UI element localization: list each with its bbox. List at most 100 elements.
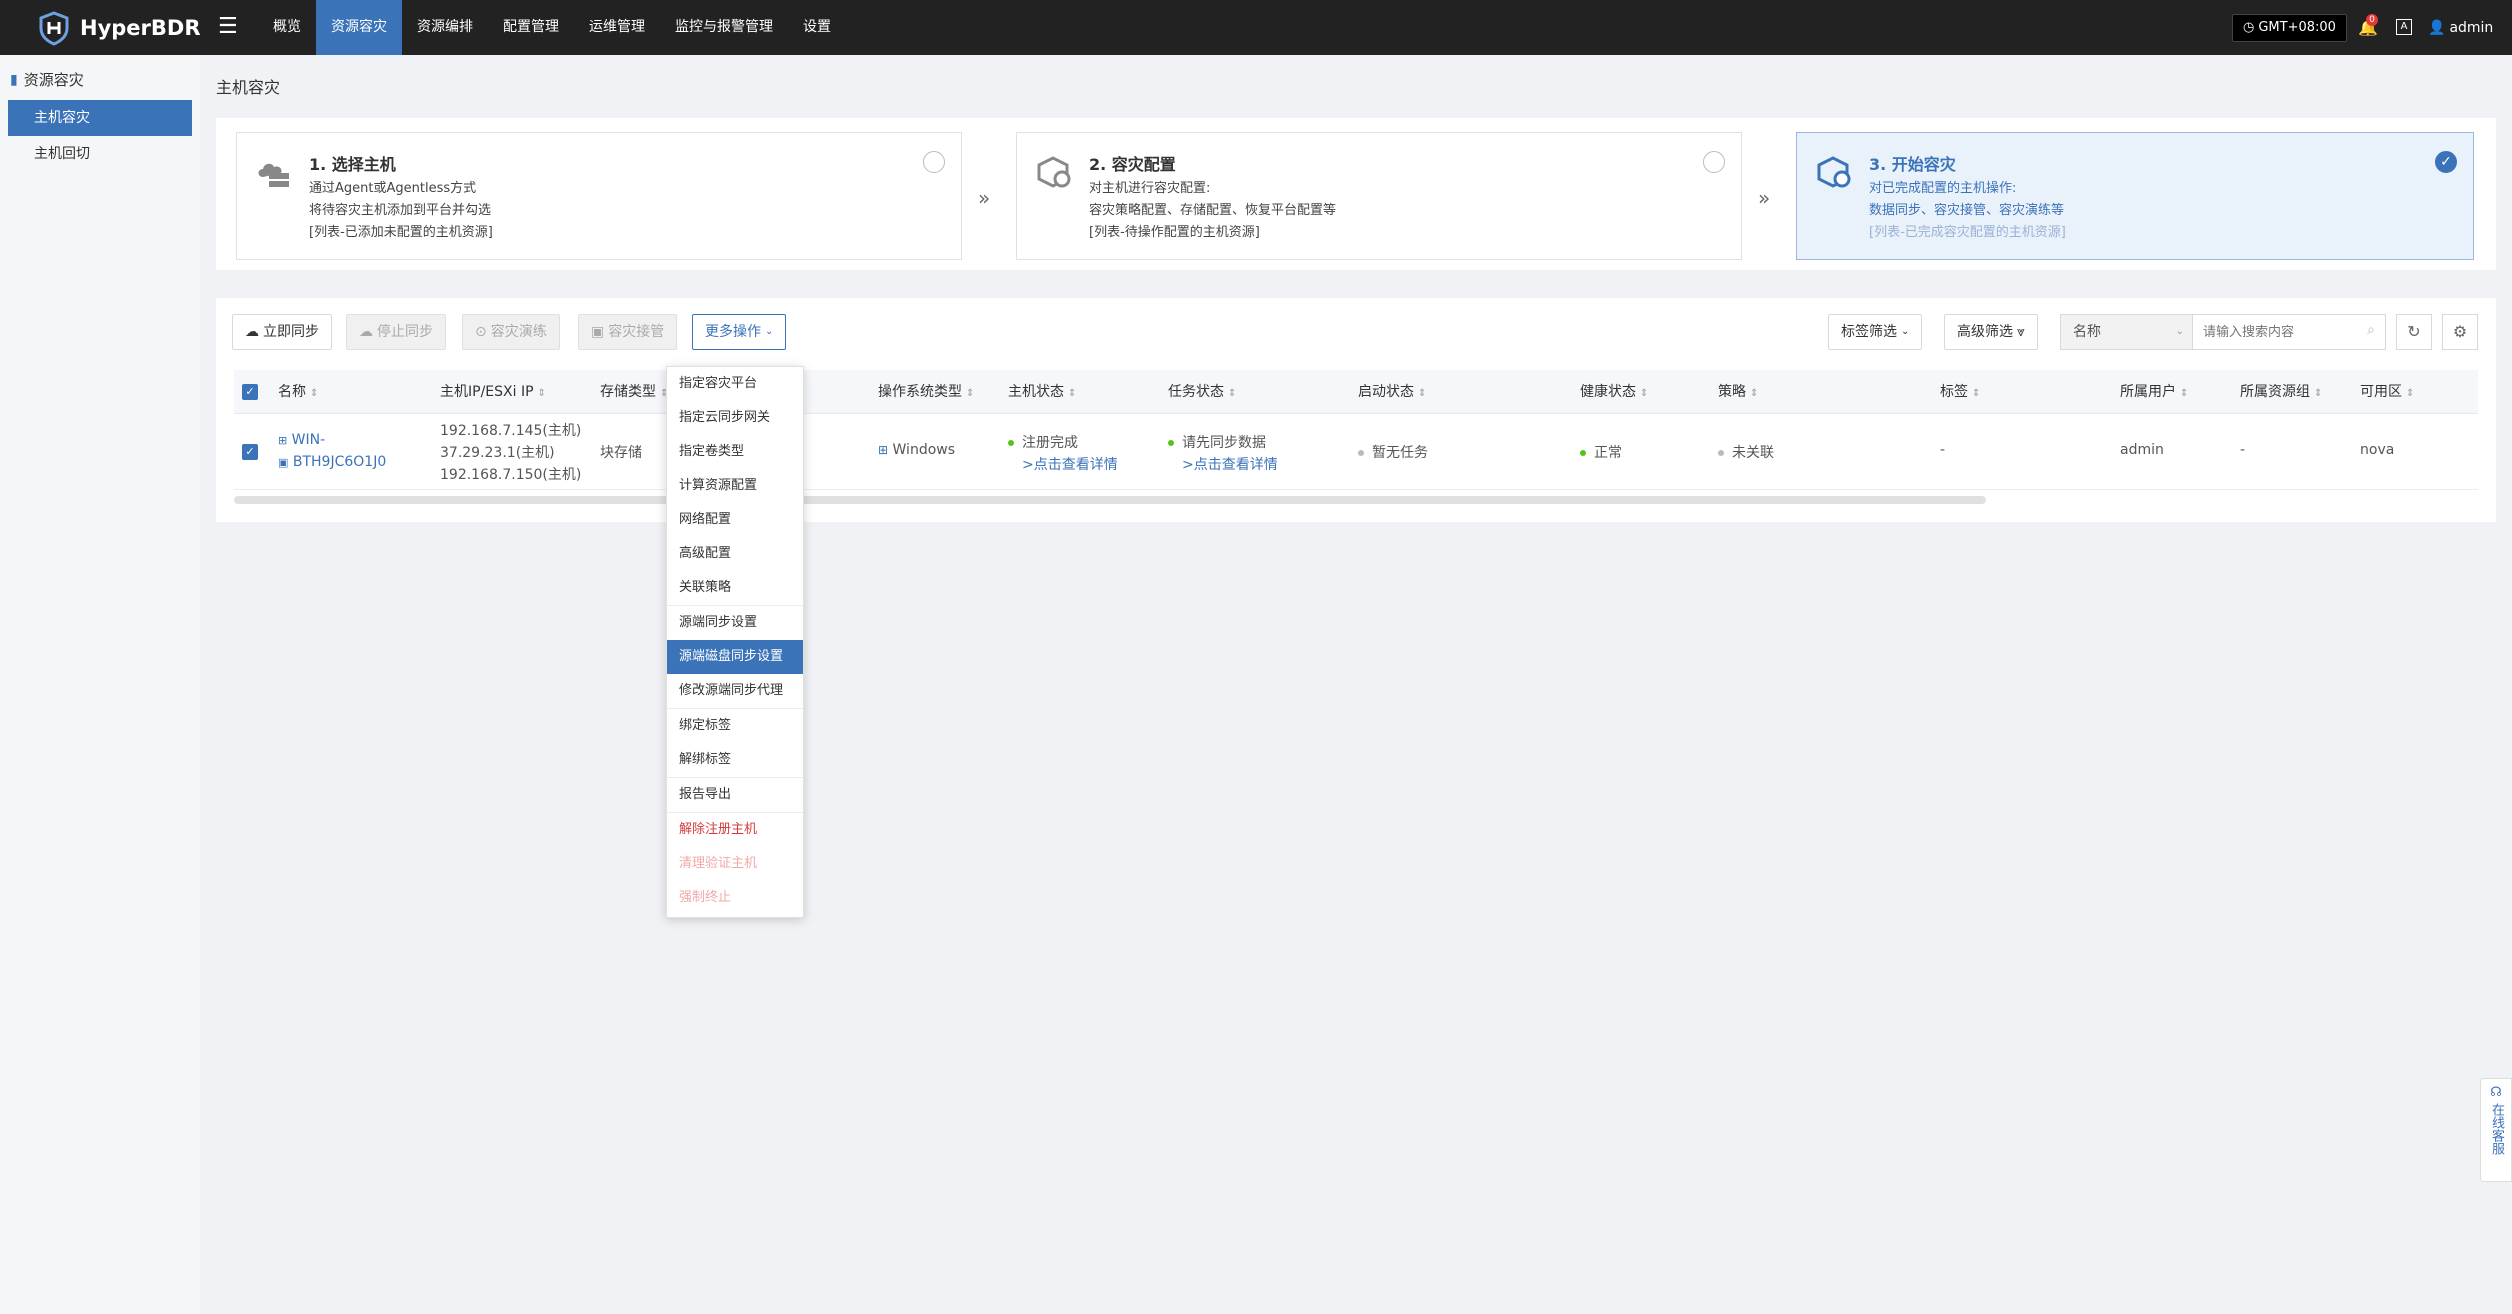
column-label: 健康状态 <box>1580 384 1636 400</box>
menu-item-assign-dr-platform[interactable]: 指定容灾平台 <box>667 367 803 401</box>
step-radio[interactable] <box>923 151 945 173</box>
step-card-dr-config[interactable]: 2. 容灾配置 对主机进行容灾配置: 容灾策略配置、存储配置、恢复平台配置等 [… <box>1016 132 1742 260</box>
refresh-icon[interactable]: ↻ <box>2396 314 2432 350</box>
select-all-checkbox[interactable]: ✓ <box>242 384 258 400</box>
menu-item-advanced-config[interactable]: 高级配置 <box>667 537 803 571</box>
online-service-button[interactable]: ☊ 在线客服 <box>2480 1078 2512 1182</box>
menu-item-export-report[interactable]: 报告导出 <box>667 778 803 812</box>
menu-item-bind-tag[interactable]: 绑定标签 <box>667 709 803 743</box>
row-checkbox[interactable]: ✓ <box>242 444 258 460</box>
top-navbar: HyperBDR ☰ 概览 资源容灾 资源编排 配置管理 运维管理 监控与报警管… <box>0 0 2512 55</box>
takeover-icon: ▣ <box>591 324 605 340</box>
check-icon: ✓ <box>245 445 255 458</box>
column-header-resource-group[interactable]: 所属资源组 ⇕ <box>2240 370 2322 414</box>
column-label: 标签 <box>1940 384 1968 400</box>
gear-icon[interactable]: ⚙ <box>2442 314 2478 350</box>
sidebar-item-host-dr[interactable]: 主机容灾 <box>8 100 192 136</box>
step-line: [列表-已完成容灾配置的主机资源] <box>1869 225 2066 240</box>
host-status-detail-link[interactable]: >点击查看详情 <box>1022 454 1118 474</box>
step-radio[interactable] <box>1703 151 1725 173</box>
check-icon: ✓ <box>245 385 255 398</box>
nav-item-ops[interactable]: 运维管理 <box>574 0 660 55</box>
column-header-health[interactable]: 健康状态 ⇕ <box>1580 370 1648 414</box>
column-header-tag[interactable]: 标签 ⇕ <box>1940 370 1980 414</box>
sync-now-button[interactable]: ☁ 立即同步 <box>232 314 332 350</box>
search-icon[interactable]: ⌕ <box>2367 322 2375 338</box>
more-actions-button[interactable]: 更多操作 ⌄ <box>692 314 787 350</box>
menu-item-compute-config[interactable]: 计算资源配置 <box>667 469 803 503</box>
column-header-policy[interactable]: 策略 ⇕ <box>1718 370 1758 414</box>
search-input[interactable] <box>2193 315 2385 349</box>
column-header-name[interactable]: 名称 ⇕ <box>278 370 318 414</box>
nav-item-overview[interactable]: 概览 <box>258 0 316 55</box>
menu-item-unbind-tag[interactable]: 解绑标签 <box>667 743 803 777</box>
menu-item-clean-verify-host[interactable]: 清理验证主机 <box>667 847 803 881</box>
column-header-boot-status[interactable]: 启动状态 ⇕ <box>1358 370 1426 414</box>
task-status: 请先同步数据 <box>1168 432 1266 452</box>
task-status-detail-link[interactable]: >点击查看详情 <box>1182 454 1278 474</box>
nav-item-settings[interactable]: 设置 <box>788 0 846 55</box>
host-ip: 37.29.23.1(主机) <box>440 445 555 461</box>
dr-takeover-button[interactable]: ▣ 容灾接管 <box>578 314 678 350</box>
storage-type: 块存储 <box>600 445 642 461</box>
host-status-label: 注册完成 <box>1022 435 1078 451</box>
chevron-down-icon: ⌄ <box>765 326 774 337</box>
drill-icon: ⊙ <box>475 324 487 340</box>
menu-item-unregister-host[interactable]: 解除注册主机 <box>667 813 803 847</box>
column-label: 可用区 <box>2360 384 2402 400</box>
tag-filter-button[interactable]: 标签筛选 ⌄ <box>1828 314 1923 350</box>
column-header-storage[interactable]: 存储类型 ⇕ <box>600 370 668 414</box>
column-header-host-status[interactable]: 主机状态 ⇕ <box>1008 370 1076 414</box>
column-header-os[interactable]: 操作系统类型 ⇕ <box>878 370 974 414</box>
dr-drill-button[interactable]: ⊙ 容灾演练 <box>462 314 560 350</box>
host-ip: 192.168.7.150(主机) <box>440 467 582 483</box>
menu-item-assign-volume-type[interactable]: 指定卷类型 <box>667 435 803 469</box>
nav-item-config[interactable]: 配置管理 <box>488 0 574 55</box>
host-name-link-line2[interactable]: ▣ BTH9JC6O1J0 <box>278 454 386 470</box>
column-header-ip[interactable]: 主机IP/ESXi IP ⇕ <box>440 370 546 414</box>
sort-icon: ⇕ <box>1228 388 1237 399</box>
sort-icon: ⇕ <box>310 388 319 399</box>
step-card-start-dr[interactable]: 3. 开始容灾 对已完成配置的主机操作: 数据同步、容灾接管、容灾演练等 [列表… <box>1796 132 2474 260</box>
stop-sync-label: 停止同步 <box>377 324 433 340</box>
nav-item-orchestration[interactable]: 资源编排 <box>402 0 488 55</box>
column-header-task-status[interactable]: 任务状态 ⇕ <box>1168 370 1236 414</box>
resource-group-value: - <box>2240 442 2246 458</box>
step-line: 对已完成配置的主机操作: <box>1869 181 2017 196</box>
menu-toggle-icon[interactable]: ☰ <box>218 14 240 40</box>
step-radio-checked[interactable]: ✓ <box>2435 151 2457 173</box>
owner-value: admin <box>2120 442 2164 458</box>
menu-item-modify-sync-proxy[interactable]: 修改源端同步代理 <box>667 674 803 708</box>
app-logo[interactable]: HyperBDR <box>36 10 201 46</box>
table-row[interactable]: ✓ ⊞ WIN- ▣ BTH9JC6O1J0 192.168.7.145(主机)… <box>234 414 2478 490</box>
menu-item-network-config[interactable]: 网络配置 <box>667 503 803 537</box>
menu-item-link-policy[interactable]: 关联策略 <box>667 571 803 605</box>
step-title: 3. 开始容灾 <box>1869 155 1956 174</box>
host-name-link[interactable]: ⊞ WIN- <box>278 432 325 448</box>
sort-icon: ⇕ <box>1418 388 1427 399</box>
nav-item-monitoring[interactable]: 监控与报警管理 <box>660 0 788 55</box>
menu-item-assign-sync-gateway[interactable]: 指定云同步网关 <box>667 401 803 435</box>
column-label: 操作系统类型 <box>878 384 962 400</box>
user-menu[interactable]: 👤 admin <box>2428 17 2493 39</box>
menu-item-force-terminate[interactable]: 强制终止 <box>667 881 803 915</box>
search-field-select[interactable]: 名称 ⌄ <box>2061 315 2193 349</box>
step-card-select-host[interactable]: 1. 选择主机 通过Agent或Agentless方式 将待容灾主机添加到平台并… <box>236 132 962 260</box>
tag-filter-label: 标签筛选 <box>1841 324 1897 340</box>
advanced-filter-button[interactable]: 高级筛选 ⩔ <box>1944 314 2038 350</box>
boot-status-label: 暂无任务 <box>1372 445 1428 461</box>
horizontal-scrollbar[interactable] <box>234 496 1986 504</box>
menu-item-source-disk-sync-settings[interactable]: 源端磁盘同步设置 <box>667 640 803 674</box>
sidebar-title-label: 资源容灾 <box>23 71 84 89</box>
stop-sync-button[interactable]: ☁ 停止同步 <box>346 314 446 350</box>
vm-icon: ▣ <box>278 456 289 469</box>
nav-item-resource-dr[interactable]: 资源容灾 <box>316 0 402 55</box>
page-title: 主机容灾 <box>216 78 281 97</box>
column-header-zone[interactable]: 可用区 ⇕ <box>2360 370 2414 414</box>
menu-item-source-sync-settings[interactable]: 源端同步设置 <box>667 606 803 640</box>
column-header-owner[interactable]: 所属用户 ⇕ <box>2120 370 2188 414</box>
sidebar-item-host-failback[interactable]: 主机回切 <box>8 136 192 172</box>
clock-icon: ◷ <box>2243 20 2255 35</box>
timezone-button[interactable]: ◷ GMT+08:00 <box>2232 14 2347 42</box>
language-icon[interactable]: A <box>2396 19 2412 35</box>
